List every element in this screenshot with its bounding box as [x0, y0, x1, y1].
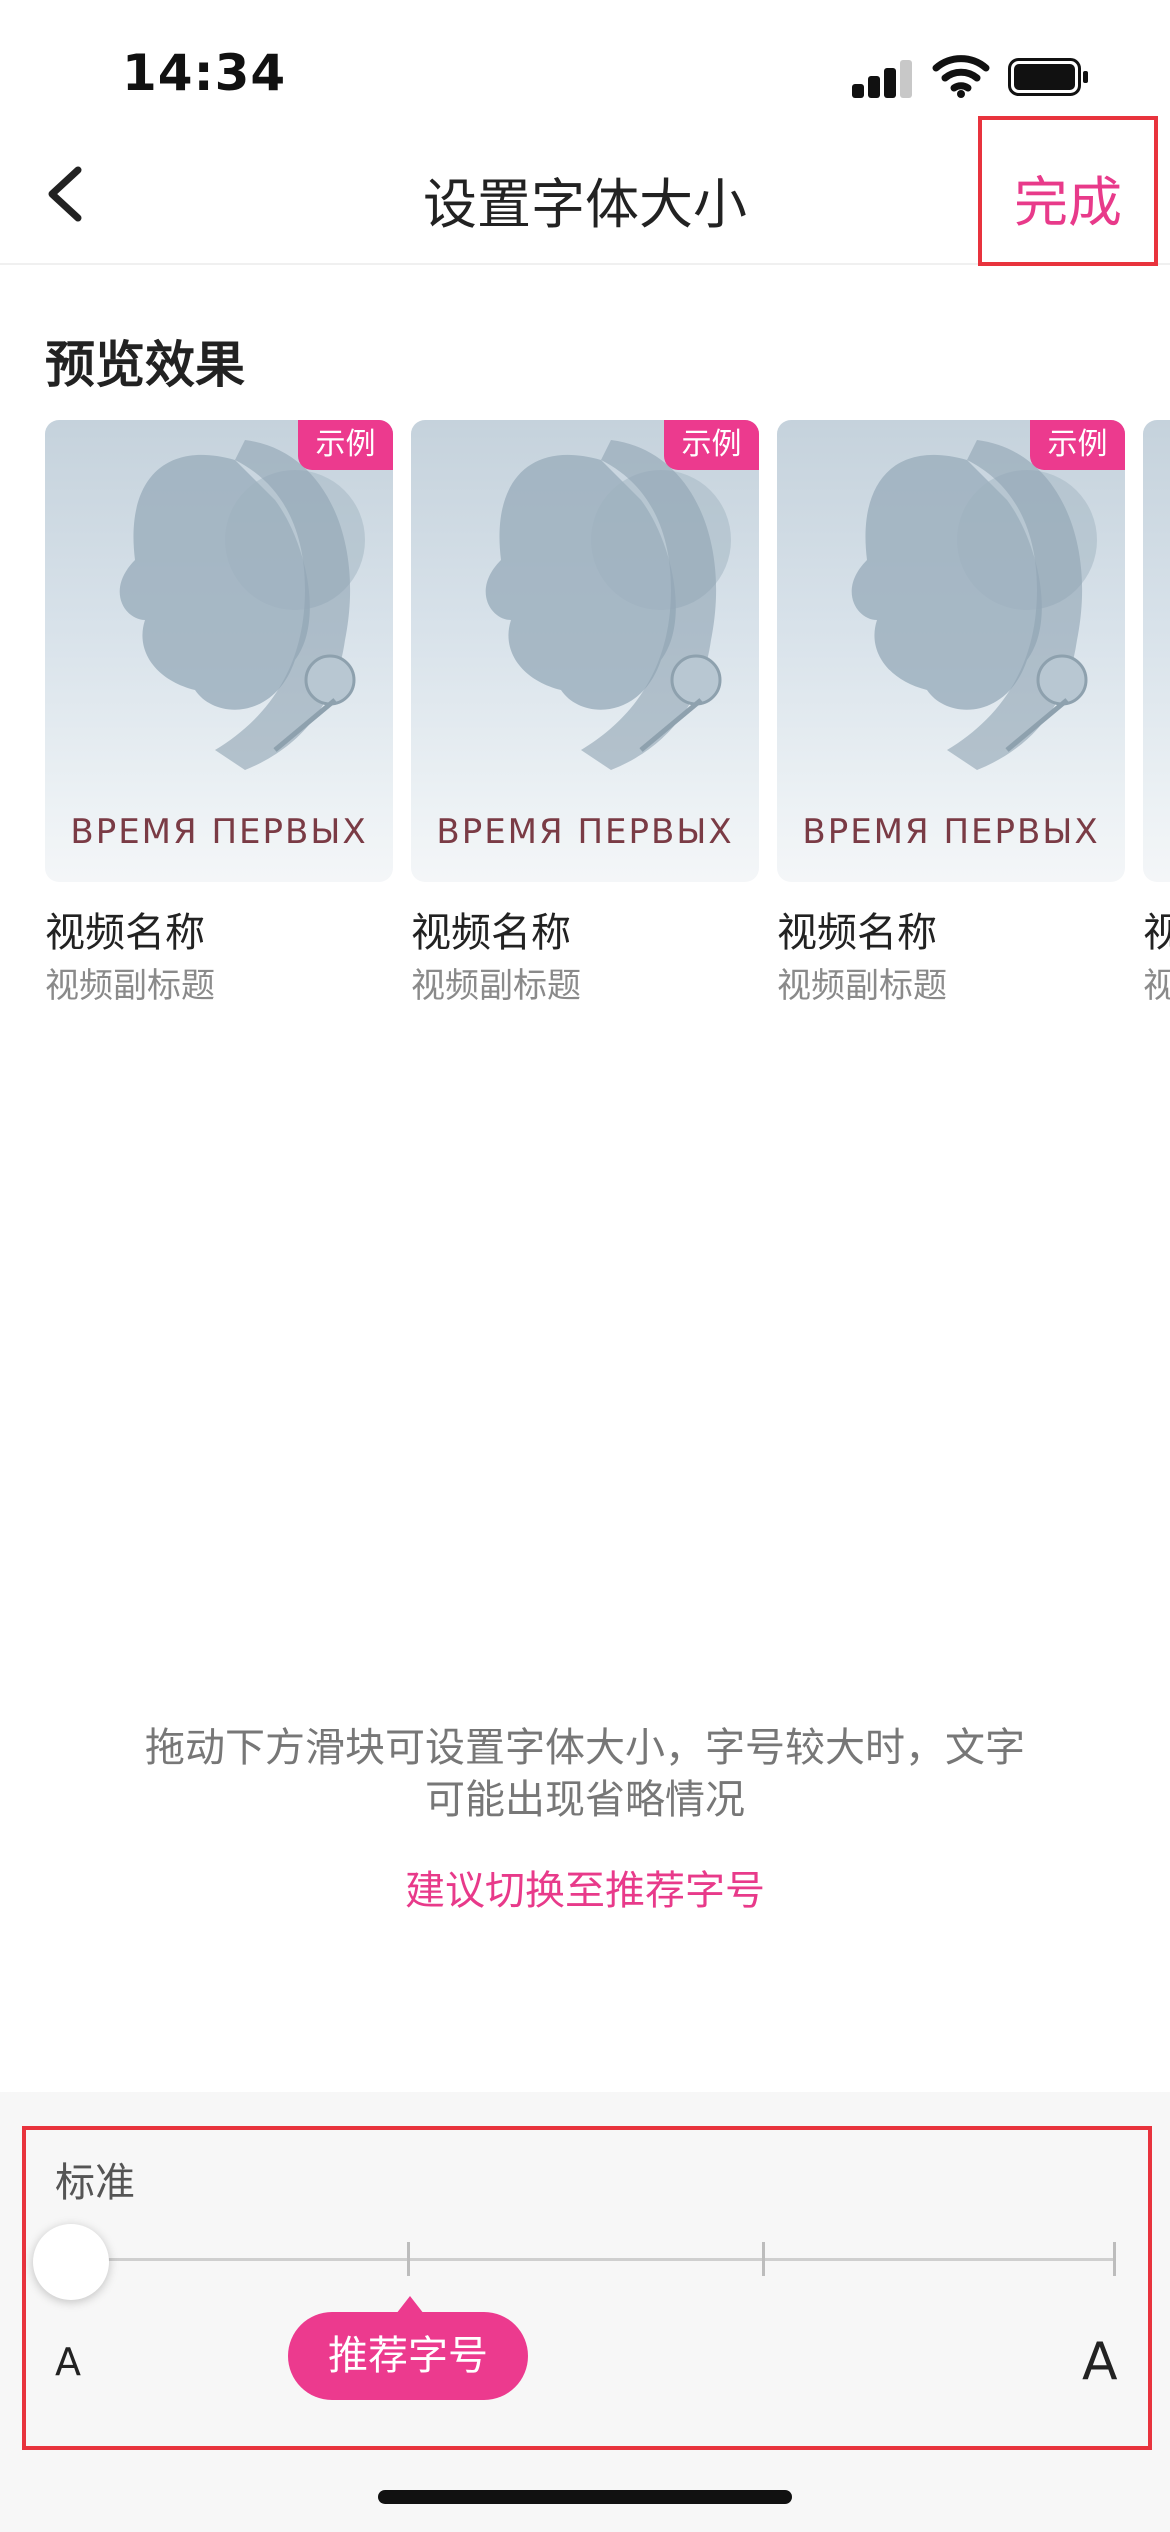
video-title: 视频名称: [777, 910, 937, 956]
video-subtitle: 视频副标题: [45, 966, 215, 1006]
video-subtitle: 视频副标题: [777, 966, 947, 1006]
font-size-hint: 拖动下方滑块可设置字体大小，字号较大时，文字 可能出现省略情况: [90, 1722, 1080, 1826]
wifi-icon: [932, 55, 990, 98]
poster-image: 示例 ВРЕМЯ ПЕРВЫХ: [1143, 420, 1170, 882]
video-subtitle: 视频副标题: [411, 966, 581, 1006]
nav-bar: 设置字体大小 完成: [0, 116, 1170, 266]
done-button[interactable]: 完成: [978, 116, 1158, 266]
cellular-signal-icon: [852, 58, 914, 98]
large-font-glyph: A: [1082, 2332, 1118, 2392]
slider-track[interactable]: [70, 2258, 1116, 2261]
poster-image: 示例 ВРЕМЯ ПЕРВЫХ: [45, 420, 393, 882]
status-time: 14:34: [122, 44, 287, 102]
small-font-glyph: A: [55, 2340, 81, 2384]
poster-title-text: ВРЕМЯ ПЕРВЫХ: [802, 812, 1100, 852]
preview-section-title: 预览效果: [45, 336, 245, 394]
example-badge: 示例: [664, 420, 759, 470]
slider-tick[interactable]: [762, 2242, 765, 2276]
home-indicator[interactable]: [378, 2490, 792, 2504]
poster-image: 示例 ВРЕМЯ ПЕРВЫХ: [777, 420, 1125, 882]
slider-thumb[interactable]: [33, 2224, 109, 2300]
example-badge: 示例: [1030, 420, 1125, 470]
video-title: 视频名称: [45, 910, 205, 956]
example-badge: 示例: [298, 420, 393, 470]
slider-tick[interactable]: [407, 2242, 410, 2276]
poster-image: 示例 ВРЕМЯ ПЕРВЫХ: [411, 420, 759, 882]
poster-title-text: ВРЕМЯ ПЕРВЫХ: [1143, 812, 1170, 852]
poster-title-text: ВРЕМЯ ПЕРВЫХ: [436, 812, 734, 852]
video-subtitle: 视频副标题: [1143, 966, 1170, 1006]
hint-line-1: 拖动下方滑块可设置字体大小，字号较大时，文字: [145, 1725, 1025, 1771]
preview-card-list[interactable]: 示例 ВРЕМЯ ПЕРВЫХ 视频名称 视频副标题 示例 ВРЕМЯ ПЕРВ…: [45, 420, 1170, 1020]
poster-title-text: ВРЕМЯ ПЕРВЫХ: [70, 812, 368, 852]
video-title: 视频名称: [1143, 910, 1170, 956]
recommended-size-link[interactable]: 建议切换至推荐字号: [0, 1858, 1170, 1916]
battery-icon: [1008, 58, 1088, 96]
slider-highlight-box: [22, 2126, 1152, 2450]
hint-line-2: 可能出现省略情况: [425, 1777, 745, 1823]
recommended-size-tag[interactable]: 推荐字号: [288, 2312, 528, 2400]
current-size-label: 标准: [55, 2160, 135, 2206]
slider-tick[interactable]: [1113, 2242, 1116, 2276]
done-button-label: 完成: [1014, 171, 1122, 234]
video-title: 视频名称: [411, 910, 571, 956]
